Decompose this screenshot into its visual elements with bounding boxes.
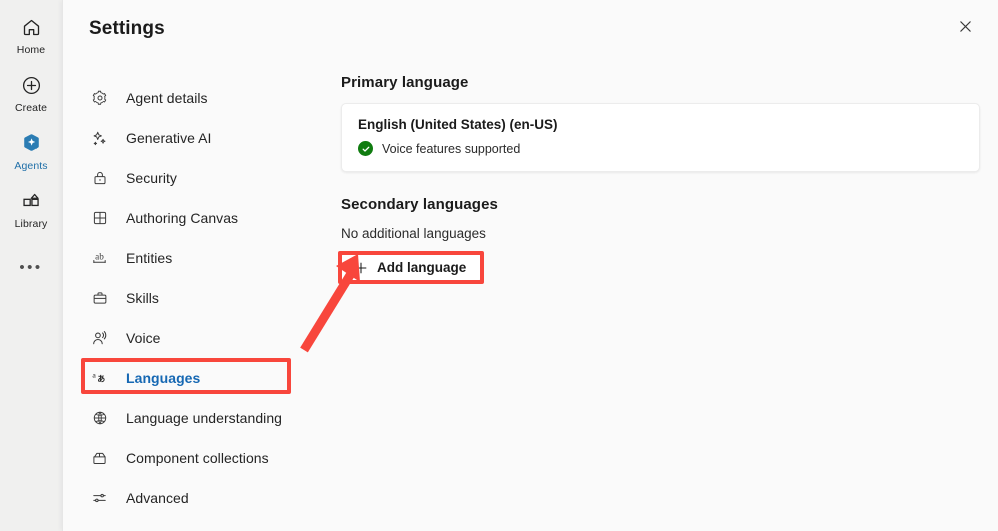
secondary-languages-section: Secondary languages No additional langua…: [341, 196, 980, 283]
rail-item-agents-label: Agents: [14, 159, 48, 172]
nav-item-voice-label: Voice: [126, 330, 161, 346]
nav-item-authoring-canvas-label: Authoring Canvas: [126, 210, 239, 226]
nav-item-skills-label: Skills: [126, 290, 159, 306]
nav-item-advanced[interactable]: Advanced: [63, 478, 325, 518]
rail-item-library-label: Library: [14, 217, 48, 230]
component-box-icon: [91, 450, 108, 467]
rail-item-create[interactable]: Create: [3, 64, 59, 122]
nav-item-security-label: Security: [126, 170, 177, 186]
settings-panel-body: Agent details Generative AI Security Aut…: [63, 58, 998, 531]
nav-item-agent-details[interactable]: Agent details: [63, 78, 325, 118]
globe-brain-icon: [91, 410, 108, 427]
nav-item-authoring-canvas[interactable]: Authoring Canvas: [63, 198, 325, 238]
close-icon: [958, 19, 973, 39]
nav-item-agent-details-label: Agent details: [126, 90, 208, 106]
briefcase-icon: [91, 290, 108, 307]
nav-item-languages[interactable]: a あ Languages: [63, 358, 325, 398]
nav-item-skills[interactable]: Skills: [63, 278, 325, 318]
sparkle-icon: [91, 130, 108, 147]
ab-underline-icon: ab: [91, 250, 108, 267]
settings-window: Home Create Agents Library ••• Settings …: [0, 0, 998, 531]
voice-support-text: Voice features supported: [382, 141, 521, 156]
rail-item-agents[interactable]: Agents: [3, 122, 59, 180]
settings-nav: Agent details Generative AI Security Aut…: [63, 58, 325, 531]
secondary-languages-heading: Secondary languages: [341, 196, 498, 213]
library-grid-icon: [21, 189, 42, 215]
home-icon: [21, 15, 42, 41]
nav-item-entities-label: Entities: [126, 250, 173, 266]
primary-language-card: English (United States) (en-US) Voice fe…: [341, 103, 980, 172]
languages-settings-content: Primary language English (United States)…: [325, 58, 998, 531]
settings-panel: Settings Agent details Generative AI Sec…: [62, 0, 998, 531]
add-language-wrapper: Add language: [341, 252, 482, 283]
nav-item-component-collections[interactable]: Component collections: [63, 438, 325, 478]
page-title: Settings: [89, 18, 165, 39]
nav-item-entities[interactable]: ab Entities: [63, 238, 325, 278]
primary-language-name: English (United States) (en-US): [358, 117, 558, 132]
agents-hexagon-sparkle-icon: [20, 131, 43, 157]
gear-icon: [91, 90, 108, 107]
lock-icon: [91, 170, 108, 187]
rail-item-home-label: Home: [16, 43, 46, 56]
add-language-button[interactable]: Add language: [341, 252, 482, 283]
svg-text:あ: あ: [97, 375, 105, 384]
no-additional-languages-text: No additional languages: [341, 226, 486, 241]
grid-canvas-icon: [91, 210, 108, 227]
voice-support-row: Voice features supported: [358, 141, 963, 156]
plus-circle-icon: [21, 73, 42, 99]
rail-item-library[interactable]: Library: [3, 180, 59, 238]
nav-item-component-collections-label: Component collections: [126, 450, 269, 466]
settings-panel-header: Settings: [63, 0, 998, 58]
primary-language-heading: Primary language: [341, 74, 469, 91]
nav-item-voice[interactable]: Voice: [63, 318, 325, 358]
nav-item-advanced-label: Advanced: [126, 490, 189, 506]
plus-icon: [353, 260, 368, 275]
rail-item-home[interactable]: Home: [3, 6, 59, 64]
rail-item-create-label: Create: [14, 101, 48, 114]
sliders-icon: [91, 490, 108, 507]
svg-text:ab: ab: [95, 251, 104, 261]
nav-item-generative-ai-label: Generative AI: [126, 130, 212, 146]
nav-item-language-understanding-label: Language understanding: [126, 410, 283, 426]
close-button[interactable]: [950, 14, 980, 44]
svg-text:a: a: [92, 370, 96, 379]
nav-item-languages-label: Languages: [126, 370, 201, 386]
app-rail: Home Create Agents Library •••: [0, 0, 62, 531]
nav-item-security[interactable]: Security: [63, 158, 325, 198]
nav-item-generative-ai[interactable]: Generative AI: [63, 118, 325, 158]
person-voice-icon: [91, 330, 108, 347]
rail-more-button[interactable]: •••: [3, 248, 59, 288]
add-language-button-label: Add language: [377, 260, 467, 275]
translate-icon: a あ: [91, 370, 108, 387]
nav-item-language-understanding[interactable]: Language understanding: [63, 398, 325, 438]
checkmark-circle-icon: [358, 141, 373, 156]
